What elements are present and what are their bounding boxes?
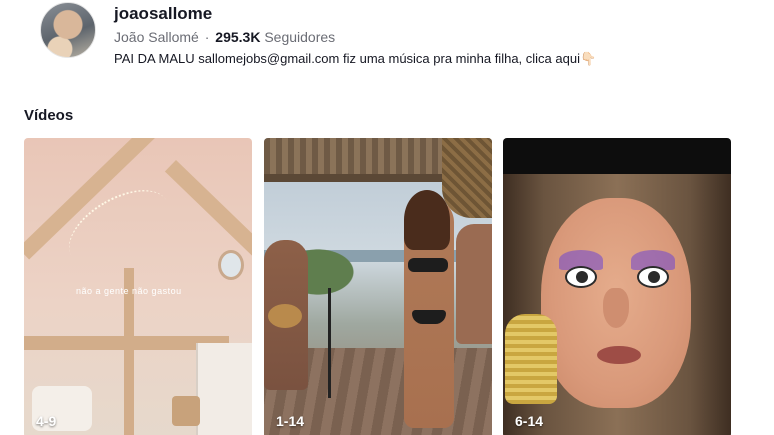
microphone xyxy=(505,314,557,404)
videos-section-title: Vídeos xyxy=(24,107,74,124)
nose xyxy=(603,288,629,328)
display-name: João Sallomé xyxy=(114,29,199,45)
profile-info: joaosallome João Sallomé · 295.3K Seguid… xyxy=(114,2,596,67)
followers-count: 295.3K xyxy=(215,29,261,45)
meta-separator: · xyxy=(204,29,210,45)
video-card[interactable]: 1-14 xyxy=(264,138,492,435)
wall-mirror xyxy=(218,250,244,280)
dancer-hair xyxy=(404,190,450,250)
video-label: 6-14 xyxy=(515,413,544,429)
video-caption-overlay: não a gente não gastou xyxy=(76,286,182,296)
profile-meta: João Sallomé · 295.3K Seguidores xyxy=(114,29,596,46)
eye-left xyxy=(565,266,597,288)
bikini-bottom xyxy=(412,310,446,324)
username[interactable]: joaosallome xyxy=(114,4,596,24)
dresser xyxy=(196,343,252,435)
mic-stand xyxy=(328,288,331,398)
video-card[interactable]: não a gente não gastou 4-9 xyxy=(24,138,252,435)
eye-right xyxy=(637,266,669,288)
percussionist xyxy=(456,224,492,344)
video-card[interactable]: 6-14 xyxy=(503,138,731,435)
guitar xyxy=(268,304,302,328)
bio: PAI DA MALU sallomejobs@gmail.com fiz um… xyxy=(114,51,597,66)
video-label: 1-14 xyxy=(276,413,305,429)
avatar[interactable] xyxy=(40,2,96,58)
video-label: 4-9 xyxy=(36,413,57,429)
letterbox-bar xyxy=(503,138,731,176)
followers-label: Seguidores xyxy=(264,29,336,45)
string-lights xyxy=(56,174,182,282)
straw-decoration xyxy=(442,138,492,218)
bikini-top xyxy=(408,258,448,272)
mouth xyxy=(597,346,641,364)
basket xyxy=(172,396,200,426)
profile-header: joaosallome João Sallomé · 295.3K Seguid… xyxy=(40,2,596,67)
